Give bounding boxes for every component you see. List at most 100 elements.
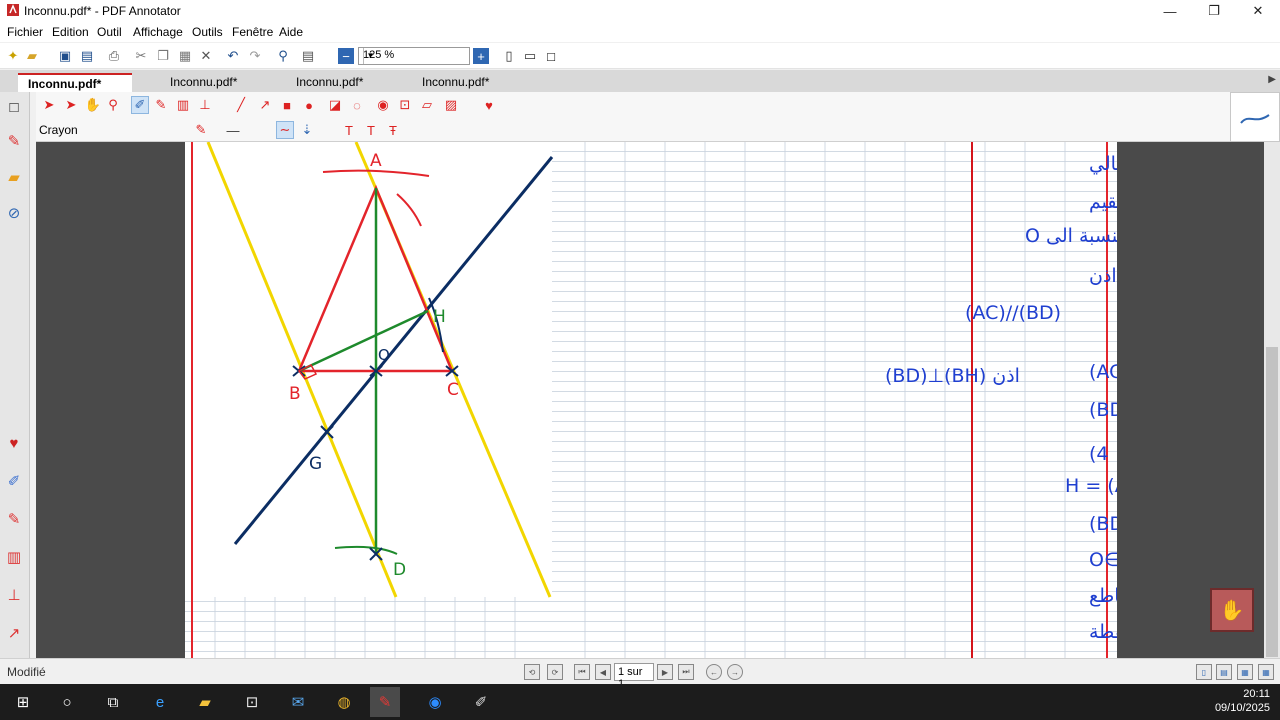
hand-touch-button[interactable]: ✋ [1210, 588, 1254, 632]
stamp-tool-icon[interactable]: ⊥ [196, 96, 214, 114]
fit-width-icon[interactable]: ▭ [522, 48, 538, 64]
previous-page-icon[interactable]: ◀ [595, 664, 611, 680]
page-indicator[interactable]: 1 sur 1 [614, 663, 654, 690]
menu-aide[interactable]: Aide [279, 25, 303, 39]
menu-outil[interactable]: Outil [97, 25, 122, 39]
pdf-annotator-taskbar-icon[interactable]: ✎ [370, 687, 400, 717]
smooth-stroke-icon[interactable]: ∼ [276, 121, 294, 139]
zoom-tool-icon[interactable]: ⚲ [104, 96, 122, 114]
tab-document-3[interactable]: Inconnu.pdf* [286, 73, 406, 92]
cut-icon[interactable]: ✂ [133, 48, 149, 64]
forward-icon[interactable]: → [727, 664, 743, 680]
eraser-tool-icon[interactable]: ◪ [326, 96, 344, 114]
find-icon[interactable]: ⚲ [275, 48, 291, 64]
arrow-tool-icon[interactable]: ↗ [4, 622, 24, 644]
page-thumbnails-icon[interactable]: □ [4, 96, 24, 118]
highlighter-tool-icon[interactable]: ✎ [152, 96, 170, 114]
single-page-view-icon[interactable]: ▯ [1196, 664, 1212, 680]
line-tool-icon[interactable]: ╱ [232, 96, 250, 114]
annotations-list-icon[interactable]: ✎ [4, 130, 24, 152]
page-drawing[interactable]: A B C D G H O D مناظرة A بالنسبة الى O و… [185, 142, 1117, 658]
vertical-scrollbar[interactable] [1264, 142, 1280, 658]
menu-fenetre[interactable]: Fenêtre [232, 25, 273, 39]
save-icon[interactable]: ▣ [57, 48, 73, 64]
pdf-page[interactable]: A B C D G H O D مناظرة A بالنسبة الى O و… [185, 142, 1117, 658]
print-icon[interactable]: ⎙ [106, 48, 122, 64]
copy-icon[interactable]: ❐ [155, 48, 171, 64]
restore-button[interactable]: ❐ [1192, 0, 1236, 22]
line-width-icon[interactable]: — [224, 121, 242, 139]
select-text-icon[interactable]: ➤ [62, 96, 80, 114]
tab-scroll-right-icon[interactable]: ▶ [1268, 74, 1276, 85]
text-style-2-icon[interactable]: T [362, 121, 380, 139]
hand-tool-icon[interactable]: ✋ [84, 96, 102, 114]
minimize-button[interactable]: — [1148, 0, 1192, 22]
grid-view-icon[interactable]: ▦ [1258, 664, 1274, 680]
text-style-3-icon[interactable]: Ŧ [384, 121, 402, 139]
whiteboard-app-icon[interactable]: ✐ [466, 687, 496, 717]
save-as-icon[interactable]: ▤ [79, 48, 95, 64]
menu-outils[interactable]: Outils [192, 25, 223, 39]
zoom-out-icon[interactable]: − [338, 48, 354, 64]
favorites-heart-icon[interactable]: ♥ [4, 432, 24, 454]
windows-start-icon[interactable]: ⊞ [8, 687, 38, 717]
scrollbar-thumb[interactable] [1266, 347, 1278, 657]
delete-icon[interactable]: ✕ [198, 48, 214, 64]
paste-icon[interactable]: ▦ [177, 48, 193, 64]
chrome-icon[interactable]: ◍ [329, 687, 359, 717]
undo-icon[interactable]: ↶ [225, 48, 241, 64]
task-view-icon[interactable]: ⧉ [98, 687, 128, 717]
system-clock[interactable]: 20:11 09/10/2025 [1215, 687, 1270, 715]
pen-tool-icon[interactable]: ✐ [131, 96, 149, 114]
continuous-view-icon[interactable]: ▤ [1216, 664, 1232, 680]
next-page-icon[interactable]: ▶ [657, 664, 673, 680]
page-rotate-right-icon[interactable]: ⟳ [547, 664, 563, 680]
menu-fichier[interactable]: Fichier [7, 25, 43, 39]
highlighter-icon[interactable]: ✎ [4, 508, 24, 530]
attachments-icon[interactable]: ⊘ [4, 202, 24, 224]
zoom-select[interactable]: 125 % ▼ [358, 47, 470, 65]
chevron-down-icon[interactable]: ▼ [363, 48, 377, 64]
bookmarks-icon[interactable]: ▰ [4, 166, 24, 188]
ruler-tool-icon[interactable]: ▱ [418, 96, 436, 114]
zoom-in-icon[interactable]: + [473, 48, 489, 64]
lasso-tool-icon[interactable]: ◌ [348, 96, 366, 114]
two-page-view-icon[interactable]: ▦ [1237, 664, 1253, 680]
mail-icon[interactable]: ✉ [283, 687, 313, 717]
favorites-heart-icon[interactable]: ♥ [480, 96, 498, 114]
menu-edition[interactable]: Edition [52, 25, 89, 39]
close-button[interactable]: ✕ [1236, 0, 1280, 22]
arrow-line-tool-icon[interactable]: ↗ [256, 96, 274, 114]
select-arrow-icon[interactable]: ➤ [40, 96, 58, 114]
open-folder-icon[interactable]: ▰ [24, 48, 40, 64]
menu-affichage[interactable]: Affichage [133, 25, 183, 39]
last-page-icon[interactable]: ⏭ [678, 664, 694, 680]
pen-color-icon[interactable]: ✎ [192, 121, 210, 139]
tab-document-4[interactable]: Inconnu.pdf* [412, 73, 532, 92]
first-page-icon[interactable]: ⏮ [574, 664, 590, 680]
chart-tool-icon[interactable]: ▥ [174, 96, 192, 114]
text-style-1-icon[interactable]: T [340, 121, 358, 139]
page-options-icon[interactable]: ▤ [300, 48, 316, 64]
crop-tool-icon[interactable]: ⊡ [396, 96, 414, 114]
tab-document-2[interactable]: Inconnu.pdf* [160, 73, 280, 92]
fullscreen-icon[interactable]: □ [543, 48, 559, 64]
redo-icon[interactable]: ↷ [247, 48, 263, 64]
edge-browser-icon[interactable]: e [145, 687, 175, 717]
tab-document-1[interactable]: Inconnu.pdf* [18, 73, 132, 92]
stamp-icon[interactable]: ⊥ [4, 584, 24, 606]
zoom-app-icon[interactable]: ◉ [420, 687, 450, 717]
rectangle-tool-icon[interactable]: ■ [278, 96, 296, 114]
insert-image-icon[interactable]: ▨ [442, 96, 460, 114]
back-icon[interactable]: ← [706, 664, 722, 680]
pen-tool-icon[interactable]: ✐ [4, 470, 24, 492]
page-rotate-left-icon[interactable]: ⟲ [524, 664, 540, 680]
file-explorer-icon[interactable]: ▰ [190, 687, 220, 717]
new-document-icon[interactable]: ✦ [5, 48, 21, 64]
store-icon[interactable]: ⊡ [237, 687, 267, 717]
chart-stamp-icon[interactable]: ▥ [4, 546, 24, 568]
document-canvas[interactable]: A B C D G H O D مناظرة A بالنسبة الى O و… [36, 142, 1266, 658]
camera-tool-icon[interactable]: ◉ [374, 96, 392, 114]
search-icon[interactable]: ○ [52, 687, 82, 717]
ellipse-tool-icon[interactable]: ● [300, 96, 318, 114]
